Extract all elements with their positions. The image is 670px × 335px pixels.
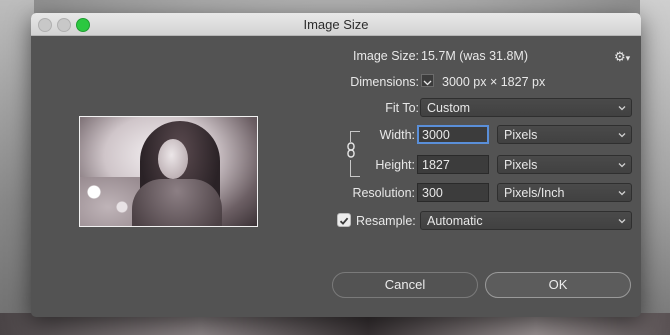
resolution-unit-value: Pixels/Inch [504,186,565,200]
chevron-down-icon [618,106,626,111]
height-unit-select[interactable]: Pixels [497,155,632,174]
height-label: Height: [375,158,415,172]
preview-body [132,179,222,226]
image-size-dialog: Image Size Image Size: 15.7M (was 31.8M)… [31,13,641,317]
ok-button[interactable]: OK [485,272,631,298]
dimensions-unit-dropdown[interactable] [421,74,434,87]
width-unit-value: Pixels [504,128,538,142]
image-size-label: Image Size: [352,49,419,63]
image-preview[interactable] [79,116,258,227]
width-input[interactable] [417,125,489,144]
height-unit-value: Pixels [504,158,538,172]
image-size-value: 15.7M (was 31.8M) [421,49,528,63]
chain-link-glyph [347,142,355,158]
dimensions-value: 3000 px × 1827 px [442,75,546,89]
background-photo-left [0,0,34,335]
chevron-down-icon [423,80,432,86]
resample-value: Automatic [427,214,483,228]
resample-checkbox[interactable] [337,213,351,227]
chevron-down-icon [618,133,626,138]
fit-to-label: Fit To: [385,101,419,115]
window-title: Image Size [303,17,369,32]
chevron-down-icon [618,163,626,168]
fit-to-value: Custom [427,101,471,115]
preview-face [158,139,188,179]
fit-to-select[interactable]: Custom [420,98,632,117]
resample-select[interactable]: Automatic [420,211,632,230]
resolution-label: Resolution: [352,186,415,200]
height-input[interactable] [417,155,489,174]
dimensions-label: Dimensions: [350,75,419,89]
width-unit-select[interactable]: Pixels [497,125,632,144]
chevron-down-icon [618,191,626,196]
title-bar: Image Size [31,13,641,36]
resolution-unit-select[interactable]: Pixels/Inch [497,183,632,202]
chevron-down-icon [618,219,626,224]
cancel-button[interactable]: Cancel [332,272,478,298]
resample-label[interactable]: Resample: [356,214,416,228]
background-photo-right [640,0,670,335]
checkmark-icon [339,217,349,225]
resolution-input[interactable] [417,183,489,202]
gear-icon[interactable]: ⚙▾ [614,49,630,65]
width-label: Width: [379,128,415,142]
